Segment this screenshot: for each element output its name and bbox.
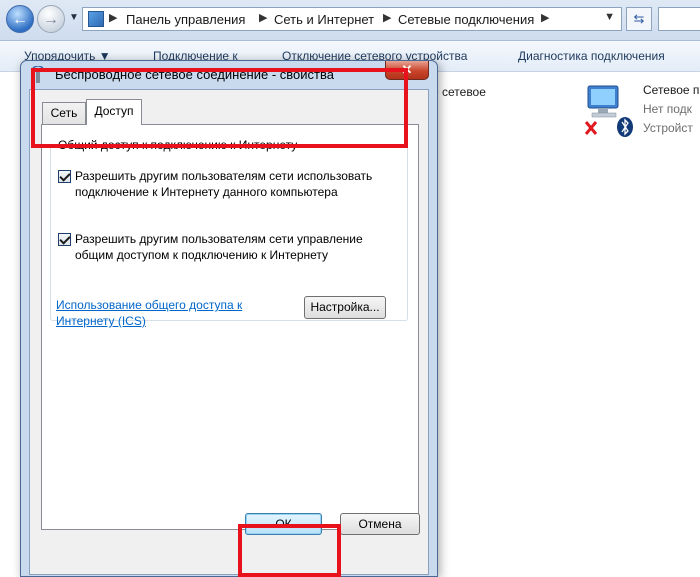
breadcrumb-separator-icon: ▶ <box>383 12 392 24</box>
settings-button[interactable]: Настройка... <box>304 296 386 319</box>
close-icon: ✕ <box>401 62 413 77</box>
adapter-name[interactable]: Сетевое п <box>643 83 699 97</box>
breadcrumb-control-panel[interactable]: Панель управления <box>126 12 245 27</box>
breadcrumb-separator-icon: ▶ <box>259 12 268 24</box>
forward-arrow-icon: → <box>43 11 59 28</box>
ics-groupbox: Общий доступ к подключению к Интернету Р… <box>50 138 408 328</box>
control-panel-icon <box>88 11 104 27</box>
tab-sharing[interactable]: Доступ <box>86 99 142 125</box>
dialog-client-area: Сеть Доступ Общий доступ к подключению к… <box>29 89 429 575</box>
connection-name-partial[interactable]: е сетевое <box>432 85 486 99</box>
dialog-titlebar[interactable]: Беспроводное сетевое соединение - свойст… <box>21 61 437 89</box>
close-button[interactable]: ✕ <box>385 61 429 80</box>
tab-network[interactable]: Сеть <box>42 102 86 124</box>
address-box[interactable]: ▶ Панель управления ▶ Сеть и Интернет ▶ … <box>82 7 622 31</box>
dialog-title: Беспроводное сетевое соединение - свойст… <box>55 67 334 82</box>
network-adapter-icon[interactable] <box>584 82 634 138</box>
properties-dialog: Беспроводное сетевое соединение - свойст… <box>20 60 438 577</box>
allow-control-label[interactable]: Разрешить другим пользователям сети упра… <box>75 231 375 263</box>
breadcrumb-network-internet[interactable]: Сеть и Интернет <box>274 12 374 27</box>
search-input[interactable] <box>658 7 700 31</box>
back-button[interactable]: ← <box>6 5 34 33</box>
group-title: Общий доступ к подключению к Интернету <box>55 138 301 152</box>
breadcrumb-separator-icon: ▶ <box>109 12 118 24</box>
adapter-status: Нет подк <box>643 102 692 116</box>
ics-help-link[interactable]: Использование общего доступа к Интернету… <box>56 297 266 329</box>
refresh-button[interactable]: ⇆ <box>626 7 652 31</box>
bluetooth-icon <box>617 117 633 137</box>
allow-sharing-label[interactable]: Разрешить другим пользователям сети испо… <box>75 168 375 200</box>
ok-button[interactable]: ОК <box>245 513 322 535</box>
sharing-tab-panel: Общий доступ к подключению к Интернету Р… <box>41 124 419 530</box>
back-arrow-icon: ← <box>12 11 28 28</box>
wireless-signal-icon <box>32 66 44 83</box>
breadcrumb-network-connections[interactable]: Сетевые подключения <box>398 12 534 27</box>
allow-control-checkbox[interactable] <box>58 233 71 246</box>
disconnected-x-icon <box>584 121 598 135</box>
refresh-icon: ⇆ <box>633 11 645 26</box>
recent-pages-dropdown-icon[interactable]: ▼ <box>69 12 79 23</box>
breadcrumb-separator-icon: ▶ <box>541 12 550 24</box>
forward-button[interactable]: → <box>37 5 65 33</box>
cancel-button[interactable]: Отмена <box>340 513 420 535</box>
address-bar: ← → ▼ ▶ Панель управления ▶ Сеть и Интер… <box>0 0 700 41</box>
allow-sharing-checkbox[interactable] <box>58 170 71 183</box>
adapter-device: Устройст <box>643 121 693 135</box>
address-dropdown-icon[interactable]: ▼ <box>604 11 615 23</box>
diagnose-connection-button[interactable]: Диагностика подключения <box>518 49 665 63</box>
